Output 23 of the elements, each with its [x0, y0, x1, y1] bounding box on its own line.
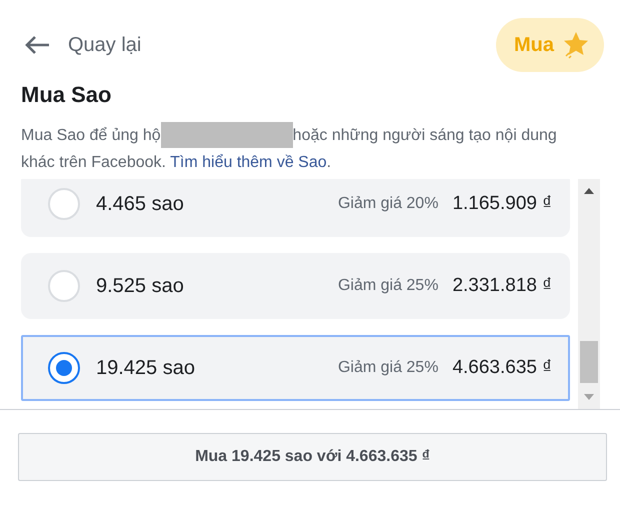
radio-button[interactable]	[48, 352, 80, 384]
scrollbar[interactable]	[578, 179, 600, 409]
scroll-thumb[interactable]	[580, 341, 598, 383]
scroll-down-icon[interactable]	[583, 393, 595, 401]
back-link[interactable]: Quay lại	[68, 34, 142, 56]
price: 1.165.909 ₫	[452, 193, 552, 215]
price: 2.331.818 ₫	[452, 275, 552, 297]
discount-label: Giảm giá 20%	[338, 195, 438, 213]
discount-label: Giảm giá 25%	[338, 359, 438, 377]
star-amount: 19.425 sao	[96, 356, 196, 380]
star-amount: 9.525 sao	[96, 274, 185, 298]
package-option[interactable]: 9.525 sao Giảm giá 25% 2.331.818 ₫	[21, 253, 570, 319]
description-text: Mua Sao để ủng hộ hoặc những người sáng tạo nội dung khác trên Facebook. Tìm hiểu thêm về Sao.	[21, 122, 591, 176]
price: 4.663.635 ₫	[452, 357, 552, 379]
back-arrow-icon[interactable]	[24, 35, 50, 55]
package-option[interactable]: 19.425 sao Giảm giá 25% 4.663.635 ₫	[21, 335, 570, 401]
learn-more-link[interactable]: Tìm hiểu thêm về Sao	[170, 154, 327, 171]
package-option[interactable]: 4.465 sao Giảm giá 20% 1.165.909 ₫	[21, 179, 570, 237]
confirm-purchase-button[interactable]: Mua 19.425 sao với 4.663.635 ₫	[18, 433, 607, 481]
discount-label: Giảm giá 25%	[338, 277, 438, 295]
star-amount: 4.465 sao	[96, 192, 185, 216]
page-title: Mua Sao	[20, 81, 112, 108]
scroll-up-icon[interactable]	[583, 187, 595, 195]
